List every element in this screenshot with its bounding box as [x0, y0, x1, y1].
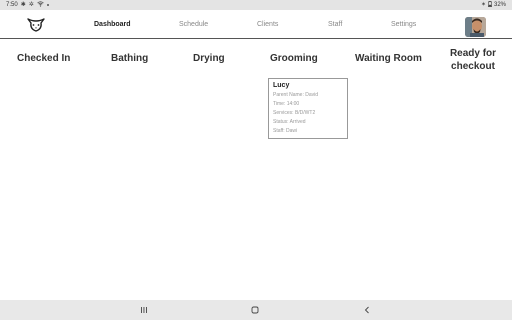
card-services: Services: B/D/WT2 — [273, 110, 316, 116]
home-icon[interactable] — [249, 304, 261, 316]
nav-clients[interactable]: Clients — [257, 21, 278, 28]
column-grooming: Grooming — [270, 53, 318, 64]
notification-dot-icon — [46, 4, 49, 6]
app-header: Dashboard Schedule Clients Staff Setting… — [0, 10, 512, 39]
card-parent-name: Parent Name: David — [273, 92, 319, 98]
system-nav-bar — [0, 300, 512, 320]
card-time: Time: 14:00 — [273, 101, 300, 107]
card-status: Status: Arrived — [273, 119, 306, 125]
column-ready-line1: Ready for — [449, 48, 497, 59]
settings-gear-icon: ✱ — [20, 2, 26, 8]
battery-percent: 32% — [493, 2, 506, 8]
nav-dashboard[interactable]: Dashboard — [94, 21, 131, 28]
battery-icon — [487, 1, 492, 9]
nav-staff[interactable]: Staff — [328, 21, 342, 28]
column-checked-in: Checked In — [17, 53, 71, 64]
appointment-card[interactable]: Lucy Parent Name: David Time: 14:00 Serv… — [268, 78, 348, 139]
status-bar: 7:50 ✱ ✲ ✶ 32% — [0, 0, 512, 10]
column-ready-line2: checkout — [451, 61, 495, 72]
wifi-icon — [37, 1, 44, 9]
card-pet-name: Lucy — [273, 82, 290, 89]
dog-face-logo-icon[interactable] — [26, 17, 46, 33]
nav-schedule[interactable]: Schedule — [179, 21, 208, 28]
status-left: 7:50 ✱ ✲ — [6, 1, 49, 9]
card-staff: Staff: Dawi — [273, 128, 298, 134]
bluetooth-icon: ✶ — [480, 2, 486, 8]
column-drying: Drying — [193, 53, 225, 64]
header-divider — [0, 38, 512, 39]
status-right: ✶ 32% — [481, 1, 506, 9]
user-avatar[interactable] — [465, 17, 486, 37]
column-waiting-room: Waiting Room — [355, 53, 422, 64]
back-icon[interactable] — [361, 304, 373, 316]
recent-apps-icon[interactable] — [138, 304, 150, 316]
nav-settings[interactable]: Settings — [391, 21, 416, 28]
column-ready-for-checkout: Ready for checkout — [446, 47, 500, 73]
sync-icon: ✲ — [28, 2, 34, 8]
column-bathing: Bathing — [111, 53, 149, 64]
status-time: 7:50 — [6, 2, 18, 8]
